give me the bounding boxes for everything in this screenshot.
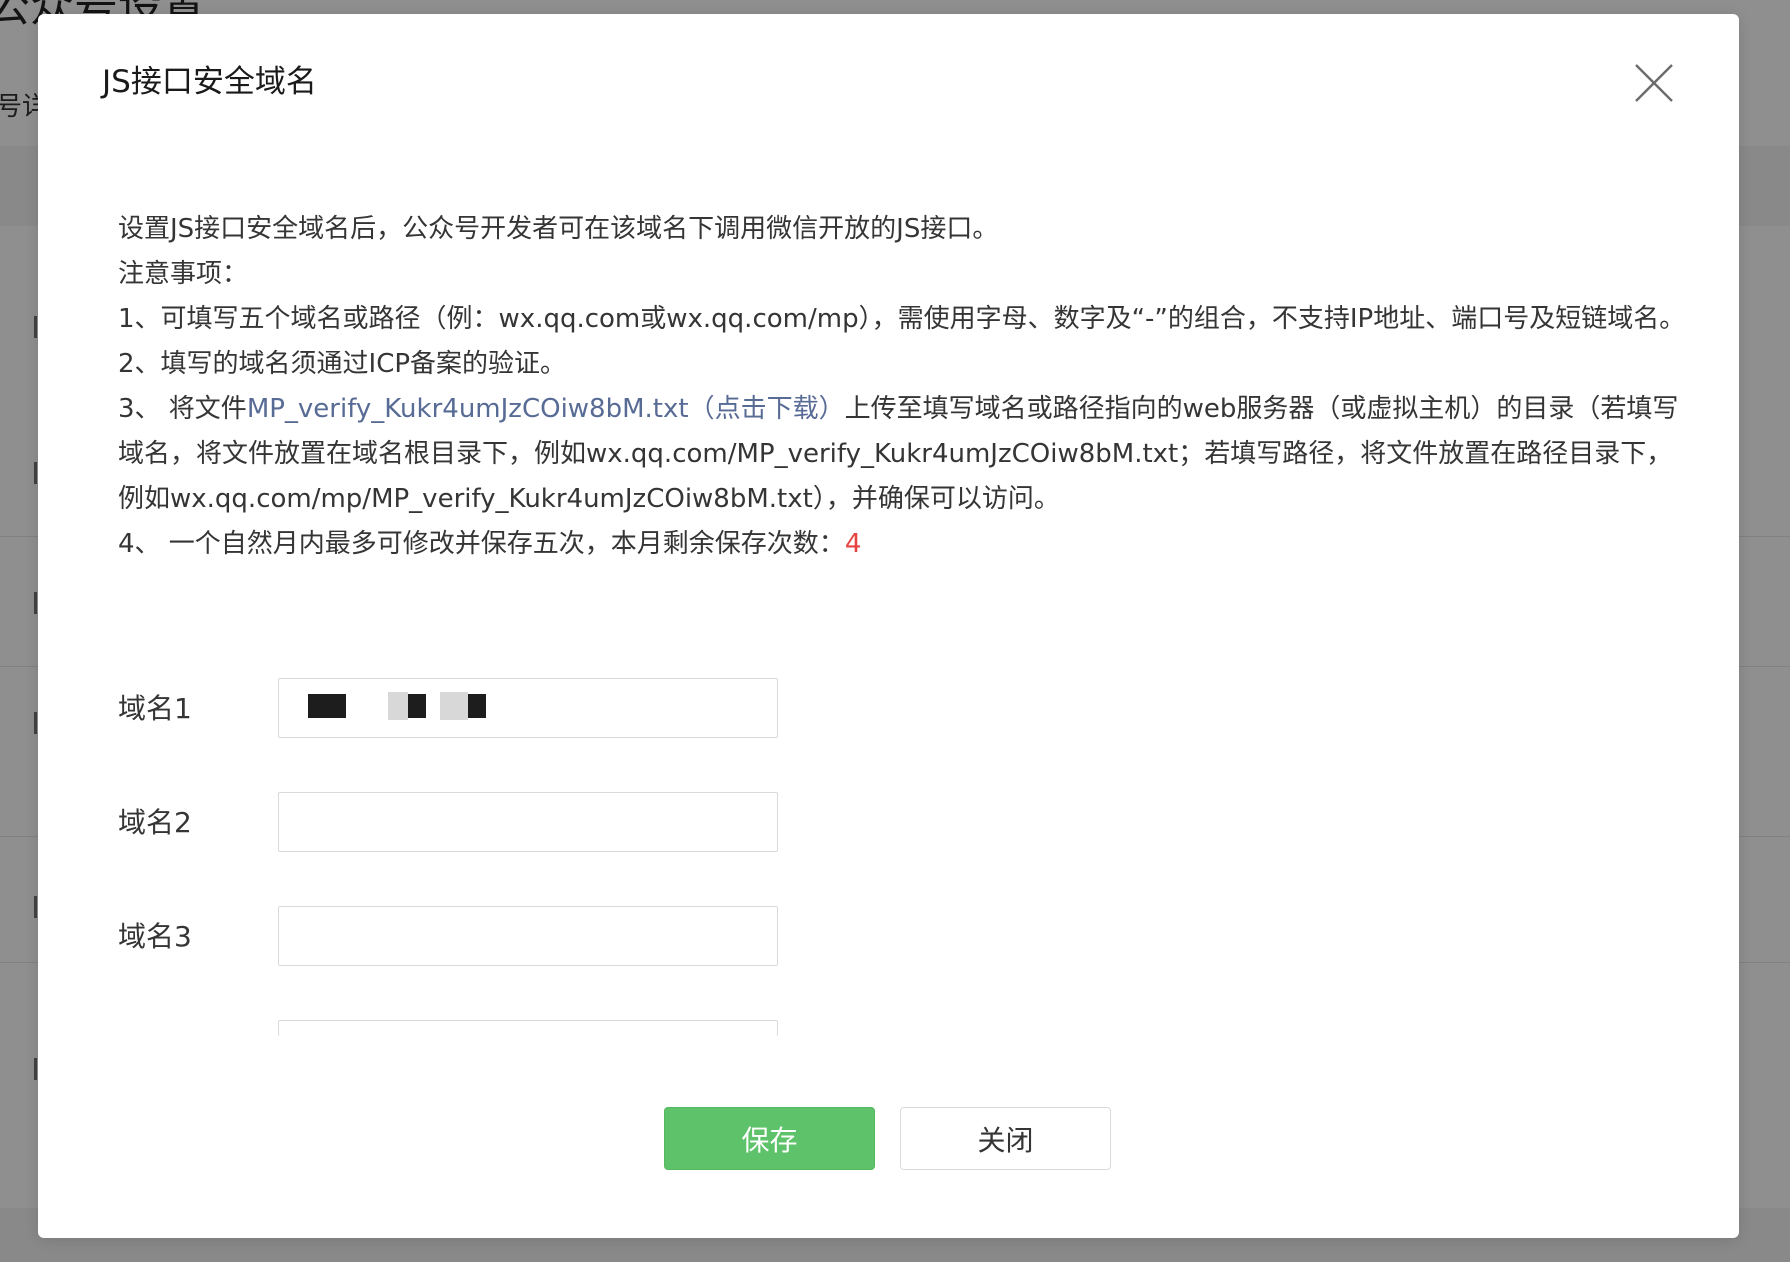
note-4-prefix: 4、 一个自然月内最多可修改并保存五次，本月剩余保存次数：: [118, 529, 845, 559]
redacted-text: [440, 692, 468, 720]
domain-2-input[interactable]: [278, 792, 778, 852]
note-1: 1、可填写五个域名或路径（例：wx.qq.com或wx.qq.com/mp），需…: [118, 304, 1686, 334]
domain-1-input[interactable]: [278, 678, 778, 738]
note-2: 2、填写的域名须通过ICP备案的验证。: [118, 349, 567, 379]
note-4: 4、 一个自然月内最多可修改并保存五次，本月剩余保存次数：4: [118, 522, 1698, 567]
verify-file-link[interactable]: MP_verify_Kukr4umJzCOiw8bM.txt: [247, 394, 689, 424]
note-3-prefix: 3、 将文件: [118, 394, 247, 424]
domain-3-input[interactable]: [278, 906, 778, 966]
redacted-text: [408, 694, 426, 718]
redacted-text: [468, 694, 486, 718]
close-button[interactable]: 关闭: [900, 1107, 1111, 1170]
notes-heading: 注意事项：: [118, 259, 249, 289]
note-3: 3、 将文件MP_verify_Kukr4umJzCOiw8bM.txt（点击下…: [118, 387, 1698, 522]
remaining-count: 4: [844, 529, 862, 559]
close-icon[interactable]: [1633, 62, 1675, 104]
domain-1-label: 域名1: [118, 692, 192, 725]
save-button[interactable]: 保存: [664, 1107, 875, 1170]
domain-3-label: 域名3: [118, 920, 192, 953]
redacted-text: [308, 694, 346, 718]
redacted-text: [388, 692, 408, 720]
domain-1-wrapper: [278, 678, 778, 738]
js-domain-dialog: JS接口安全域名 设置JS接口安全域名后，公众号开发者可在该域名下调用微信开放的…: [38, 14, 1739, 1238]
domain-2-label: 域名2: [118, 806, 192, 839]
dialog-title: JS接口安全域名: [102, 64, 317, 100]
domain-4-input[interactable]: [278, 1020, 778, 1036]
description-block: 设置JS接口安全域名后，公众号开发者可在该域名下调用微信开放的JS接口。 注意事…: [118, 207, 1698, 567]
download-link[interactable]: （点击下载）: [689, 394, 845, 424]
intro-text: 设置JS接口安全域名后，公众号开发者可在该域名下调用微信开放的JS接口。: [118, 214, 999, 244]
